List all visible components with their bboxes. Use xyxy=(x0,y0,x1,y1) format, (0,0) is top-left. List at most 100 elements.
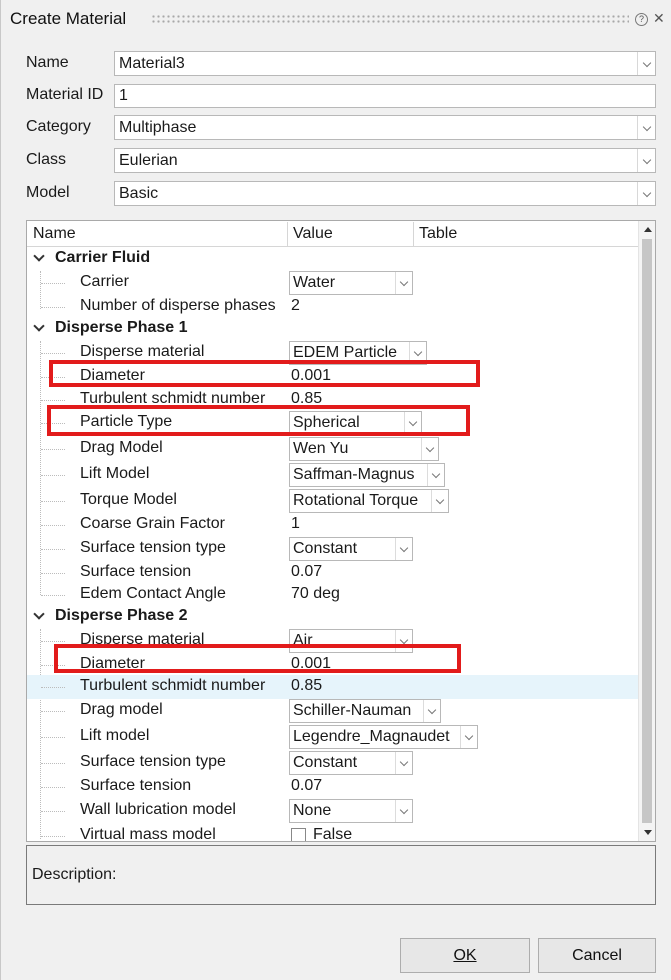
surface-tension-type-value: Constant xyxy=(293,540,358,557)
tree-row[interactable]: Torque Model Rotational Torque xyxy=(27,489,639,513)
material-id-field[interactable]: 1 xyxy=(114,84,656,108)
chevron-down-icon[interactable] xyxy=(421,438,438,460)
chevron-down-icon[interactable] xyxy=(637,116,655,139)
scroll-down-icon[interactable] xyxy=(639,824,655,841)
chevron-down-icon[interactable] xyxy=(33,250,45,262)
tree-row[interactable]: Carrier Water xyxy=(27,271,639,295)
chevron-down-icon[interactable] xyxy=(460,726,477,748)
chevron-down-icon[interactable] xyxy=(33,320,45,332)
tree-connector xyxy=(41,836,65,837)
prop-label: Surface tension type xyxy=(80,539,226,556)
surface-tension-type-combo[interactable]: Constant xyxy=(289,537,413,561)
highlight-box xyxy=(47,405,470,436)
lift-model-value: Saffman-Magnus xyxy=(293,466,415,483)
tree-connector xyxy=(41,449,65,450)
tree-connector xyxy=(41,400,65,401)
column-header-table[interactable]: Table xyxy=(419,225,457,243)
tree-row[interactable]: Coarse Grain Factor 1 xyxy=(27,513,639,537)
drag-model-value: Schiller-Nauman xyxy=(293,702,412,719)
tree-scrollbar[interactable] xyxy=(638,221,655,841)
class-combo[interactable]: Eulerian xyxy=(114,148,656,173)
scrollbar-thumb[interactable] xyxy=(642,239,652,823)
property-tree: Carrier Fluid Carrier Water Number of di… xyxy=(26,220,656,842)
drag-model-combo[interactable]: Schiller-Nauman xyxy=(289,699,441,723)
ok-button[interactable]: OK xyxy=(400,938,530,973)
chevron-down-icon[interactable] xyxy=(427,464,444,486)
tree-row[interactable]: Virtual mass model False xyxy=(27,824,639,841)
tree-row[interactable]: Surface tension type Constant xyxy=(27,751,639,775)
ok-button-label: OK xyxy=(453,947,477,964)
tree-row-selected[interactable]: Turbulent schmidt number 0.85 xyxy=(27,675,639,699)
name-combo[interactable]: Material3 xyxy=(114,51,656,76)
prop-value[interactable]: 2 xyxy=(291,297,300,315)
class-value: Eulerian xyxy=(119,152,178,169)
tree-row[interactable]: Surface tension type Constant xyxy=(27,537,639,561)
drag-grip[interactable] xyxy=(151,14,629,24)
tree-connector xyxy=(41,737,65,738)
prop-label: Torque Model xyxy=(80,491,177,508)
tree-header: Name Value Table xyxy=(27,221,639,247)
group-disperse-phase-2[interactable]: Disperse Phase 2 xyxy=(27,606,639,630)
chevron-down-icon[interactable] xyxy=(395,272,412,294)
chevron-down-icon[interactable] xyxy=(637,182,655,205)
tree-row[interactable]: Number of disperse phases 2 xyxy=(27,295,639,319)
model-combo[interactable]: Basic xyxy=(114,181,656,206)
group-carrier-fluid[interactable]: Carrier Fluid xyxy=(27,248,639,272)
tree-connector xyxy=(41,711,65,712)
category-combo[interactable]: Multiphase xyxy=(114,115,656,140)
surface-tension-type-value: Constant xyxy=(293,754,358,771)
chevron-down-icon[interactable] xyxy=(395,800,412,822)
tree-row[interactable]: Drag Model Wen Yu xyxy=(27,437,639,461)
title-bar[interactable]: Create Material ? ✕ xyxy=(1,0,671,40)
tree-connector xyxy=(41,573,65,574)
tree-row[interactable]: Lift Model Saffman-Magnus xyxy=(27,463,639,487)
chevron-down-icon[interactable] xyxy=(431,490,448,512)
chevron-down-icon[interactable] xyxy=(33,608,45,620)
chevron-down-icon[interactable] xyxy=(395,752,412,774)
carrier-combo[interactable]: Water xyxy=(289,271,413,295)
highlight-box xyxy=(49,360,480,387)
wall-lubrication-combo[interactable]: None xyxy=(289,799,413,823)
prop-value[interactable]: 0.85 xyxy=(291,677,322,695)
tree-row[interactable]: Lift model Legendre_Magnaudet xyxy=(27,725,639,749)
cancel-button[interactable]: Cancel xyxy=(538,938,656,973)
category-value: Multiphase xyxy=(119,119,197,136)
torque-model-value: Rotational Torque xyxy=(293,492,419,509)
group-disperse-phase-1[interactable]: Disperse Phase 1 xyxy=(27,318,639,342)
material-id-label: Material ID xyxy=(26,86,104,103)
chevron-down-icon[interactable] xyxy=(423,700,440,722)
cancel-button-label: Cancel xyxy=(572,947,622,964)
scroll-up-icon[interactable] xyxy=(639,221,655,238)
chevron-down-icon[interactable] xyxy=(395,538,412,560)
drag-model-combo[interactable]: Wen Yu xyxy=(289,437,439,461)
tree-row[interactable]: Drag model Schiller-Nauman xyxy=(27,699,639,723)
column-header-value[interactable]: Value xyxy=(293,225,333,243)
tree-row[interactable]: Surface tension 0.07 xyxy=(27,775,639,799)
drag-model-value: Wen Yu xyxy=(293,440,349,457)
help-icon[interactable]: ? xyxy=(635,13,648,26)
surface-tension-type-combo[interactable]: Constant xyxy=(289,751,413,775)
lift-model-combo[interactable]: Saffman-Magnus xyxy=(289,463,445,487)
tree-row[interactable]: Surface tension 0.07 xyxy=(27,561,639,585)
tree-connector xyxy=(41,763,65,764)
virtual-mass-checkbox[interactable] xyxy=(291,828,306,841)
torque-model-combo[interactable]: Rotational Torque xyxy=(289,489,449,513)
tree-connector xyxy=(41,353,65,354)
close-icon[interactable]: ✕ xyxy=(653,10,665,27)
class-label: Class xyxy=(26,151,67,168)
chevron-down-icon[interactable] xyxy=(637,52,655,75)
prop-value[interactable]: 70 deg xyxy=(291,585,340,603)
prop-value[interactable]: 0.07 xyxy=(291,777,322,795)
tree-row[interactable]: Edem Contact Angle 70 deg xyxy=(27,583,639,607)
highlight-box xyxy=(54,644,461,673)
column-divider[interactable] xyxy=(287,222,288,246)
group-label: Disperse Phase 1 xyxy=(55,319,188,336)
column-header-name[interactable]: Name xyxy=(33,225,76,243)
column-divider[interactable] xyxy=(413,222,414,246)
chevron-down-icon[interactable] xyxy=(637,149,655,172)
prop-value[interactable]: 0.07 xyxy=(291,563,322,581)
lift-model-combo[interactable]: Legendre_Magnaudet xyxy=(289,725,478,749)
group-label: Carrier Fluid xyxy=(55,249,151,266)
tree-row[interactable]: Wall lubrication model None xyxy=(27,799,639,823)
prop-value[interactable]: 1 xyxy=(291,515,300,533)
